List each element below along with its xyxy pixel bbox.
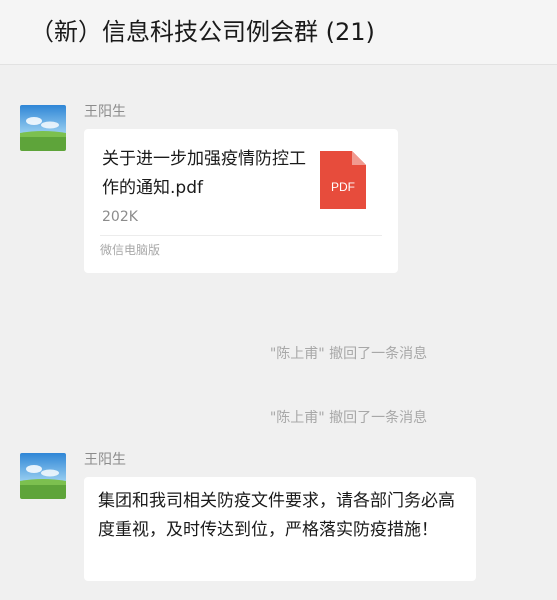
file-size: 202K <box>102 209 138 225</box>
sender-avatar[interactable] <box>20 453 66 499</box>
sender-avatar[interactable] <box>20 105 66 151</box>
landscape-avatar-icon <box>20 105 66 151</box>
recall-text: "陈上甫" 撤回了一条消息 <box>269 346 428 362</box>
message-text: 集团和我司相关防疫文件要求，请各部门务必高度重视，及时传达到位，严格落实防疫措施… <box>98 491 455 540</box>
file-source: 微信电脑版 <box>100 243 161 257</box>
landscape-avatar-icon <box>20 453 66 499</box>
text-message[interactable]: 集团和我司相关防疫文件要求，请各部门务必高度重视，及时传达到位，严格落实防疫措施… <box>84 477 476 581</box>
file-message[interactable]: 关于进一步加强疫情防控工作的通知.pdf 202K PDF 微信电脑版 <box>84 129 398 273</box>
pdf-file-icon: PDF <box>320 151 366 209</box>
group-title[interactable]: （新）信息科技公司例会群 (21) <box>30 12 375 47</box>
recall-text: "陈上甫" 撤回了一条消息 <box>269 410 428 426</box>
divider <box>100 235 382 236</box>
file-name: 关于进一步加强疫情防控工作的通知.pdf <box>102 149 306 198</box>
pdf-type-label: PDF <box>331 180 355 194</box>
recall-notice: "陈上甫" 撤回了一条消息 <box>0 343 557 363</box>
chat-header: （新）信息科技公司例会群 (21) <box>0 0 557 65</box>
message-list[interactable]: 王阳生 关于进一步加强疫情防控工作的通知.pdf 202K PDF 微信电脑版 … <box>0 65 557 600</box>
recall-notice: "陈上甫" 撤回了一条消息 <box>0 407 557 427</box>
sender-name: 王阳生 <box>84 452 126 468</box>
sender-name: 王阳生 <box>84 104 126 120</box>
